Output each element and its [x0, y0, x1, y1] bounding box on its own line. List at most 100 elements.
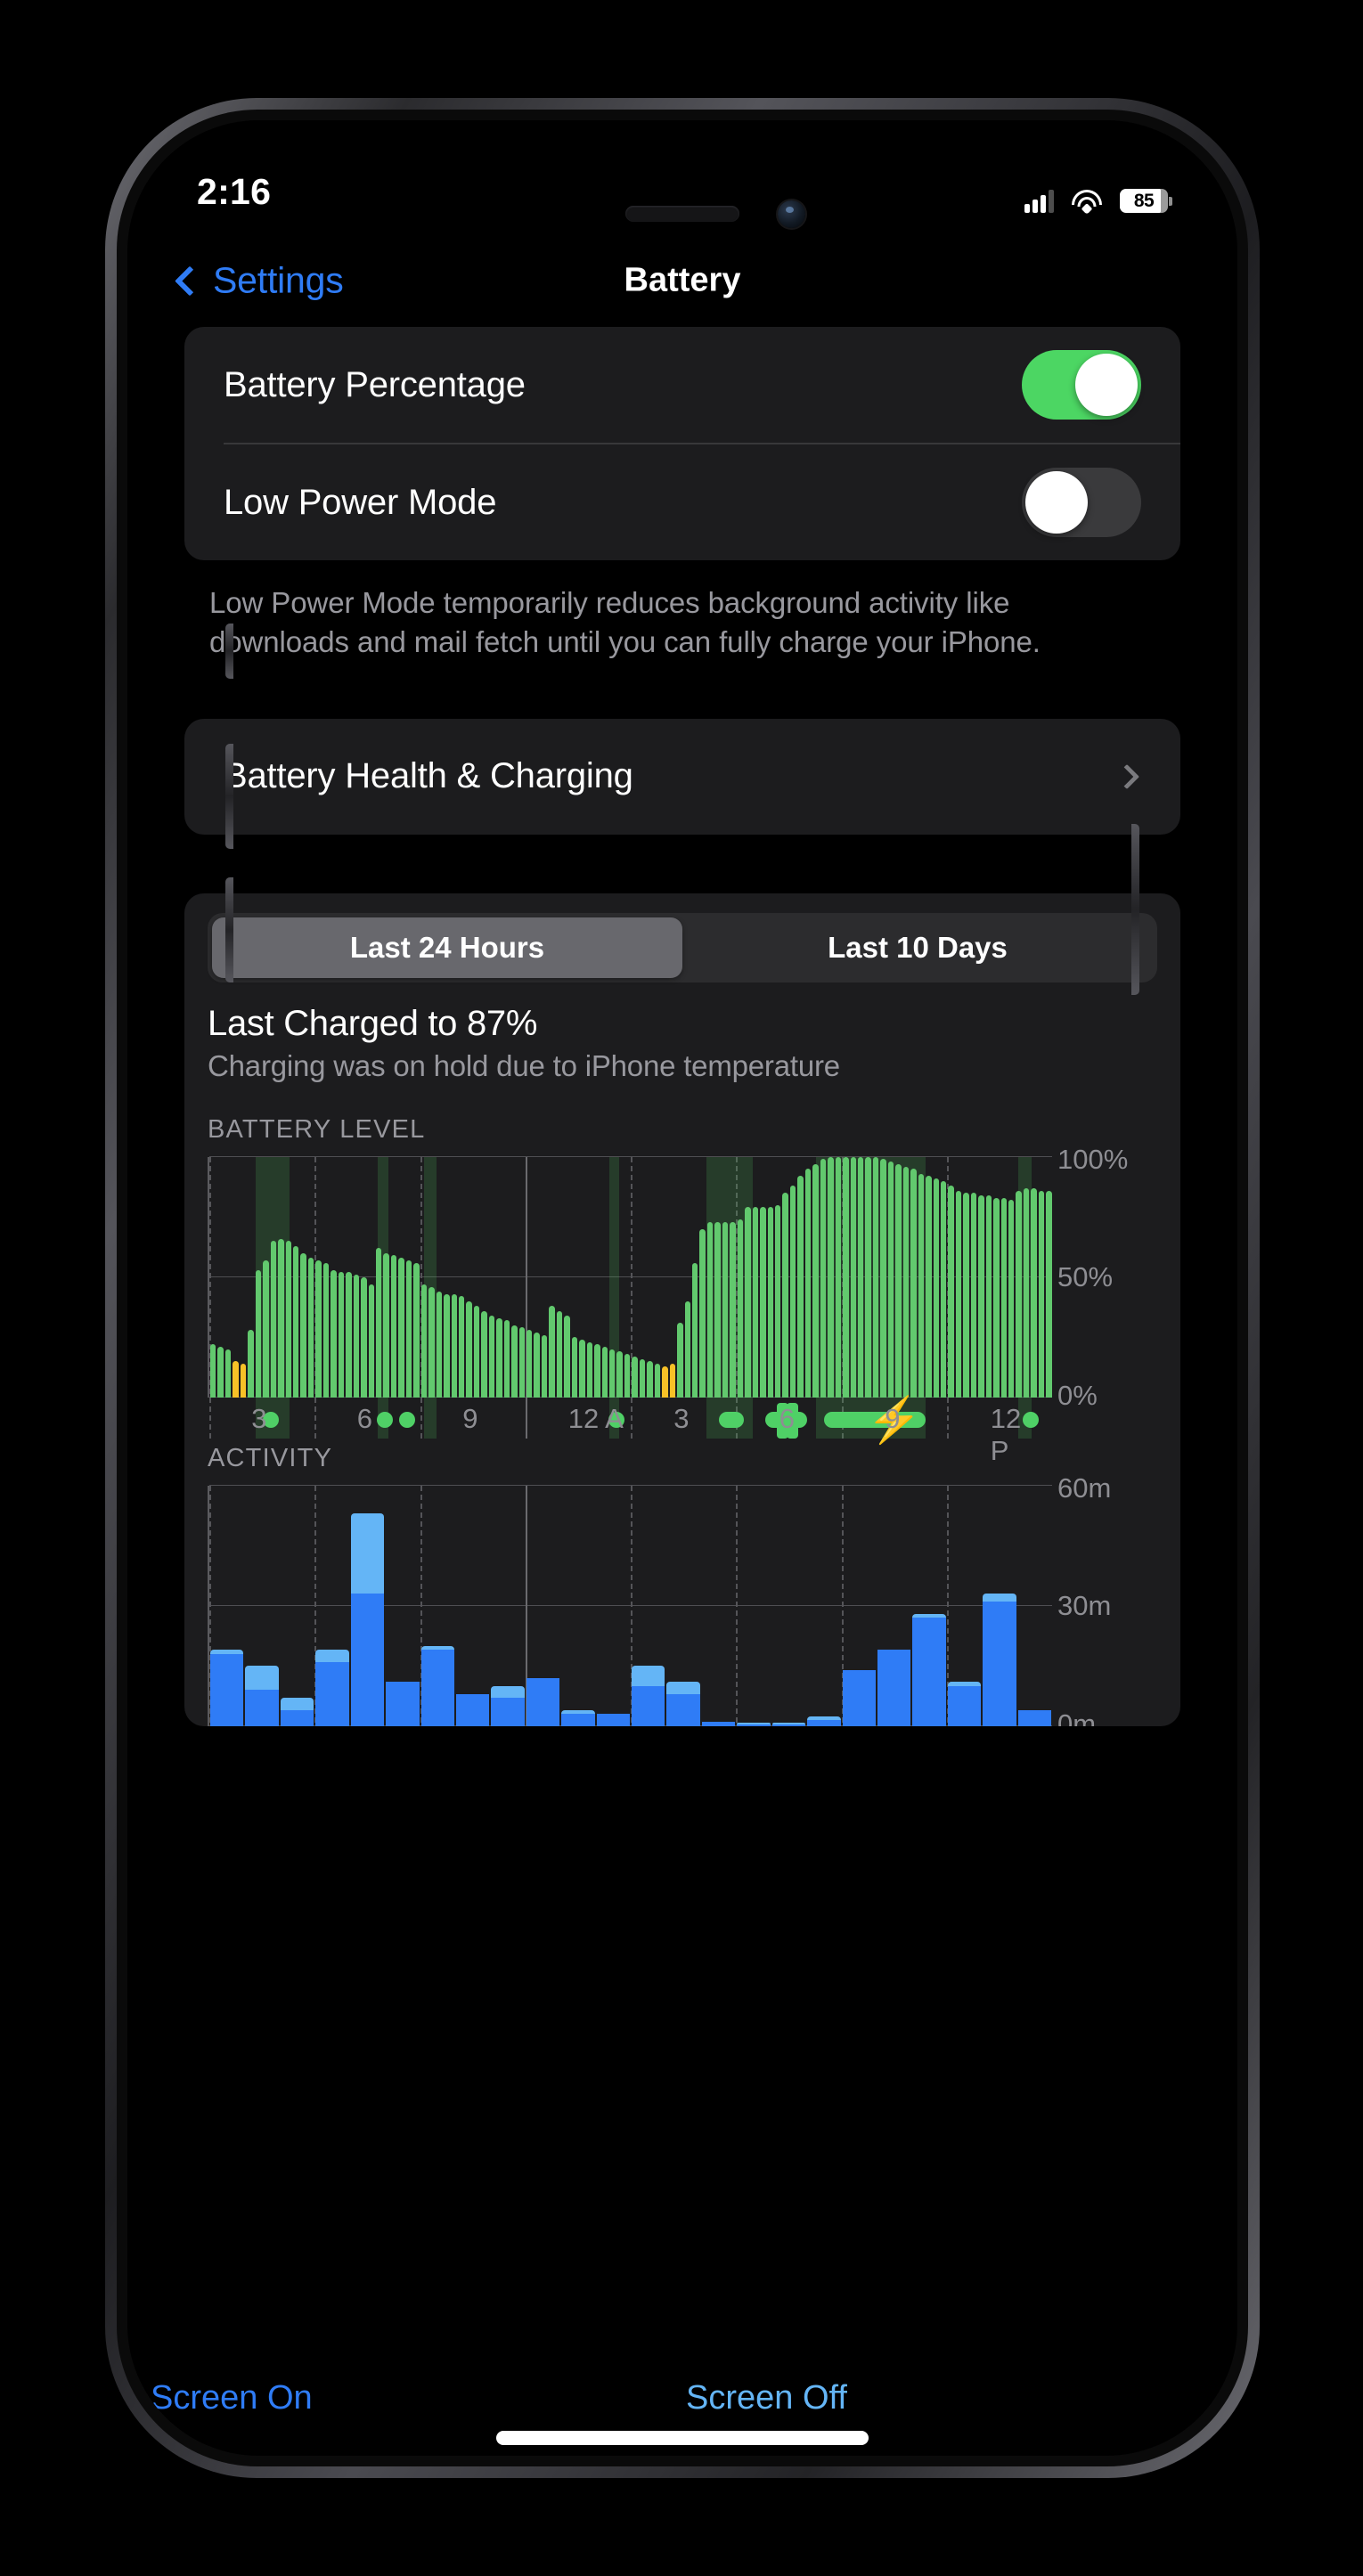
battery-level-bar	[699, 1228, 706, 1398]
activity-bar	[912, 1613, 946, 1726]
activity-bar-screen-off	[350, 1513, 385, 1594]
battery-level-bar	[428, 1286, 435, 1398]
battery-level-bar	[812, 1163, 819, 1398]
battery-level-bar	[857, 1156, 864, 1398]
phone-screen: 2:16 85 Settings Battery Battery Percent…	[127, 120, 1237, 2456]
activity-bar	[280, 1698, 314, 1726]
battery-level-bar	[518, 1327, 526, 1398]
axis-tick-label: 0%	[1057, 1379, 1098, 1411]
battery-level-bar	[353, 1275, 360, 1398]
chevron-left-icon	[175, 265, 205, 296]
battery-level-bars	[209, 1156, 1052, 1398]
row-battery-percentage[interactable]: Battery Percentage	[184, 327, 1180, 443]
axis-tick-label: 6	[356, 1402, 372, 1434]
battery-level-bar	[285, 1241, 291, 1398]
activity-bar	[561, 1709, 595, 1726]
battery-level-bar	[828, 1156, 834, 1398]
battery-level-bar	[887, 1162, 894, 1398]
battery-level-bar	[993, 1197, 1000, 1398]
activity-bar-screen-on	[210, 1653, 244, 1726]
battery-level-bar	[601, 1347, 608, 1398]
battery-level-bar	[669, 1363, 676, 1398]
axis-tick-label: 12 A	[567, 1402, 624, 1434]
last-charged-block: Last Charged to 87% Charging was on hold…	[184, 982, 1180, 1083]
battery-percentage-toggle[interactable]	[1022, 350, 1141, 420]
phone-bezel: 2:16 85 Settings Battery Battery Percent…	[117, 110, 1248, 2466]
battery-level-bar	[902, 1166, 910, 1398]
last-charged-title: Last Charged to 87%	[208, 1003, 538, 1043]
activity-bar-screen-off	[315, 1650, 349, 1662]
battery-level-bar	[473, 1306, 480, 1398]
battery-level-bar	[361, 1276, 367, 1398]
usage-range-segmented-control[interactable]: Last 24 Hours Last 10 Days	[208, 912, 1157, 982]
axis-tick-label: 50%	[1057, 1261, 1114, 1293]
volume-down-button[interactable]	[225, 877, 233, 982]
battery-level-bar	[804, 1169, 812, 1398]
navigation-bar: Settings Battery	[127, 234, 1237, 327]
battery-level-bar	[1046, 1190, 1052, 1398]
activity-bar-screen-off	[245, 1666, 279, 1691]
axis-tick-label: 3	[251, 1402, 267, 1434]
activity-bar	[596, 1714, 631, 1726]
activity-bar-screen-on	[386, 1682, 420, 1726]
battery-level-bar	[730, 1221, 736, 1398]
activity-bar	[842, 1669, 877, 1726]
battery-level-bar	[624, 1354, 631, 1398]
activity-bar-screen-on	[561, 1714, 595, 1726]
activity-bar-screen-off	[666, 1682, 700, 1694]
battery-level-bar	[654, 1363, 661, 1398]
segment-last-10-days[interactable]: Last 10 Days	[682, 917, 1153, 978]
axis-tick-label: 6	[779, 1402, 795, 1434]
activity-bar-screen-on	[455, 1693, 490, 1726]
battery-level-bar	[248, 1330, 254, 1398]
battery-level-bar	[451, 1293, 457, 1398]
activity-bar	[666, 1682, 700, 1726]
activity-bar-screen-on	[842, 1669, 877, 1726]
activity-bar-screen-on	[280, 1709, 314, 1726]
power-button[interactable]	[1131, 824, 1139, 995]
activity-bar-screen-on	[877, 1650, 911, 1726]
activity-bar-screen-on	[701, 1722, 736, 1726]
battery-level-bar	[948, 1186, 954, 1398]
activity-bar	[245, 1666, 279, 1726]
segment-last-24-hours[interactable]: Last 24 Hours	[212, 917, 682, 978]
activity-bar	[701, 1722, 736, 1726]
axis-tick-label: 0m	[1057, 1708, 1097, 1726]
activity-bar-screen-on	[632, 1685, 665, 1726]
battery-level-bar	[880, 1159, 886, 1398]
battery-level-bar	[534, 1332, 540, 1398]
activity-bar	[491, 1685, 525, 1726]
silent-switch[interactable]	[225, 624, 233, 679]
low-power-mode-toggle[interactable]	[1022, 468, 1141, 537]
battery-level-bar	[315, 1259, 322, 1398]
axis-tick-label: 3	[673, 1402, 690, 1434]
activity-bar	[983, 1594, 1016, 1726]
battery-level-bar	[224, 1349, 232, 1398]
back-button[interactable]: Settings	[175, 260, 344, 302]
volume-up-button[interactable]	[225, 744, 233, 849]
battery-level-bar	[684, 1300, 690, 1398]
battery-level-bar	[488, 1315, 495, 1398]
row-battery-percentage-label: Battery Percentage	[224, 364, 526, 404]
battery-level-bar	[346, 1272, 352, 1398]
activity-bar-screen-on	[350, 1594, 385, 1726]
activity-bar	[877, 1650, 911, 1726]
battery-level-bar	[398, 1258, 404, 1398]
activity-chart[interactable]: 60m30m0m 36912 A36912 P 20 Sep21 Sep	[208, 1474, 1157, 1726]
row-battery-health[interactable]: Battery Health & Charging	[184, 719, 1180, 835]
battery-level-bar	[233, 1361, 239, 1398]
battery-level-bar	[782, 1193, 788, 1398]
battery-level-bar	[255, 1269, 262, 1398]
battery-level-chart[interactable]: 100% 50% 0% ⚡ 3 6 9 12 A 3 6 9 12 P	[208, 1145, 1157, 1466]
home-indicator[interactable]	[496, 2431, 869, 2445]
battery-level-bar	[1038, 1190, 1045, 1398]
row-low-power-mode-label: Low Power Mode	[224, 482, 497, 522]
activity-bar	[771, 1723, 806, 1726]
battery-level-bar	[549, 1306, 555, 1398]
battery-level-bar	[955, 1190, 962, 1398]
chevron-right-icon	[1114, 763, 1140, 789]
row-low-power-mode[interactable]: Low Power Mode	[184, 444, 1180, 560]
battery-level-bar	[322, 1262, 330, 1398]
battery-level-bar	[722, 1221, 729, 1398]
battery-level-bar	[692, 1262, 698, 1398]
